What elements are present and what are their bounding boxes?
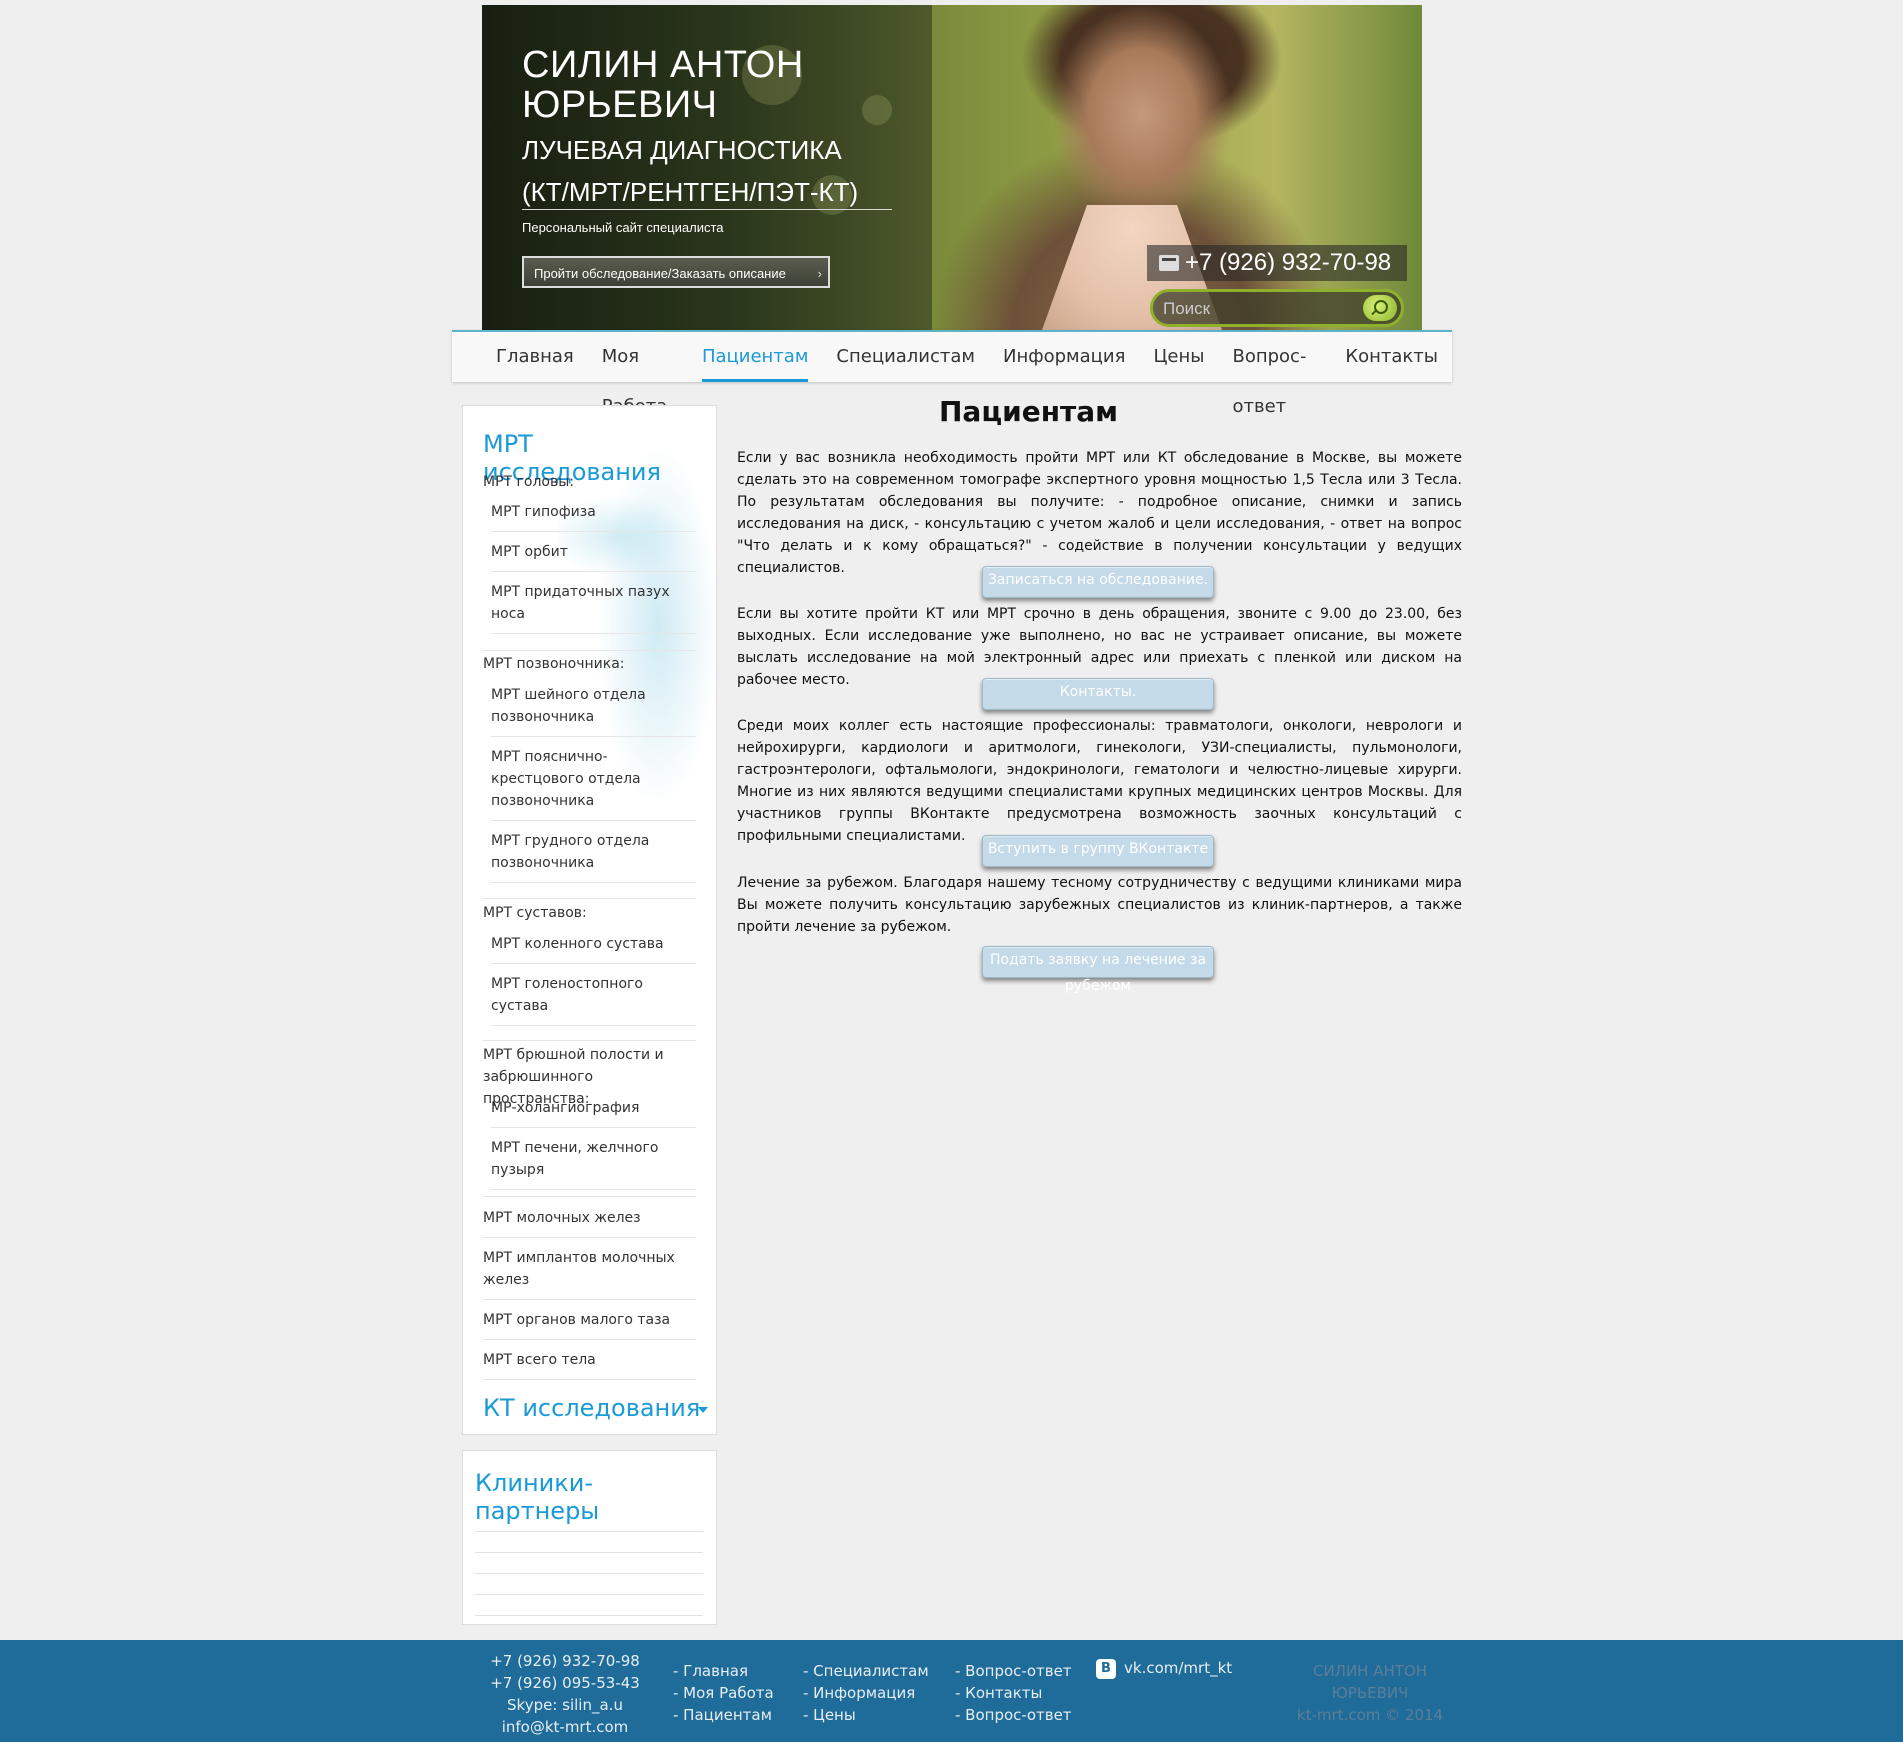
header-phone: +7 (926) 932-70-98	[1147, 245, 1407, 281]
sidebar-item-pelvis[interactable]: МРТ органов малого таза	[483, 1309, 696, 1340]
search-button[interactable]	[1363, 295, 1397, 321]
sidebar-item-orbits[interactable]: МРТ орбит	[491, 541, 696, 572]
copyright-text: kt-mrt.com © 2014	[1296, 1706, 1444, 1724]
footer-links-col2: - Специалистам - Информация - Цены	[803, 1660, 929, 1726]
join-vk-button[interactable]: Вступить в группу ВКонтакте	[982, 835, 1214, 867]
sidebar-item-lumbosacral[interactable]: МРТ пояснично-крестцового отдела позвоно…	[491, 746, 696, 821]
phone-icon	[1159, 255, 1179, 271]
header-subtitle: Персональный сайт специалиста	[522, 220, 724, 235]
search-form	[1150, 289, 1404, 327]
header-phone-number: +7 (926) 932-70-98	[1185, 249, 1392, 276]
footer-link-faq[interactable]: - Вопрос-ответ	[955, 1660, 1072, 1682]
sidebar-item-implants[interactable]: МРТ имплантов молочных желез	[483, 1247, 696, 1300]
chevron-right-icon: ›	[817, 266, 822, 281]
footer-link-faq-2[interactable]: - Вопрос-ответ	[955, 1704, 1072, 1726]
page-title: Пациентам	[939, 395, 1119, 428]
abroad-request-button[interactable]: Подать заявку на лечение за рубежом	[982, 946, 1214, 994]
signup-exam-button[interactable]: Записаться на обследование.	[982, 566, 1214, 598]
sidebar-item-sinuses[interactable]: МРТ придаточных пазух носа	[491, 581, 696, 634]
search-icon	[1374, 300, 1388, 314]
nav-my-work[interactable]: Моя Работа	[588, 332, 688, 417]
group-head: МРТ головы:	[483, 474, 574, 490]
footer-link-home[interactable]: - Главная	[673, 1660, 774, 1682]
contacts-button[interactable]: Контакты.	[982, 678, 1214, 710]
nav-patients[interactable]: Пациентам	[688, 332, 822, 382]
specialty-line2: (КТ/МРТ/РЕНТГЕН/ПЭТ-КТ)	[522, 177, 859, 207]
exam-order-button[interactable]: Пройти обследование/Заказать описание ›	[522, 256, 830, 288]
specialty-line1: ЛУЧЕВАЯ ДИАГНОСТИКА	[522, 135, 842, 165]
sidebar-item-cervical[interactable]: МРТ шейного отдела позвоночника	[491, 684, 696, 737]
sidebar-item-wholebody[interactable]: МРТ всего тела	[483, 1349, 696, 1380]
sidebar-item-knee[interactable]: МРТ коленного сустава	[491, 933, 696, 964]
nav-contacts[interactable]: Контакты	[1331, 332, 1452, 382]
group-joints: МРТ суставов:	[483, 905, 587, 921]
doctor-name: СИЛИН АНТОН ЮРЬЕВИЧ	[522, 44, 804, 126]
header-divider	[522, 209, 892, 210]
footer: +7 (926) 932-70-98 +7 (926) 095-53-43 Sk…	[0, 1640, 1903, 1742]
footer-links-col1: - Главная - Моя Работа - Пациентам	[673, 1660, 774, 1726]
main-nav: Главная Моя Работа Пациентам Специалиста…	[452, 330, 1452, 417]
group-spine: МРТ позвоночника:	[483, 656, 625, 672]
sidebar-item-thoracic[interactable]: МРТ грудного отдела позвоночника	[491, 830, 696, 883]
footer-link-my-work[interactable]: - Моя Работа	[673, 1682, 774, 1704]
footer-skype: Skype: silin_a.u	[507, 1696, 623, 1714]
sidebar-item-ankle[interactable]: МРТ голеностопного сустава	[491, 973, 696, 1026]
partners-title: Клиники-партнеры	[475, 1469, 600, 1525]
doctor-specialty: ЛУЧЕВАЯ ДИАГНОСТИКА (КТ/МРТ/РЕНТГЕН/ПЭТ-…	[522, 129, 902, 213]
vk-link-text: vk.com/mrt_kt	[1124, 1659, 1233, 1677]
footer-phone-1: +7 (926) 932-70-98	[490, 1652, 640, 1670]
footer-link-specialists[interactable]: - Специалистам	[803, 1660, 929, 1682]
footer-email[interactable]: info@kt-mrt.com	[470, 1716, 660, 1738]
footer-vk-link[interactable]: Вvk.com/mrt_kt	[1096, 1657, 1232, 1679]
footer-contacts: +7 (926) 932-70-98 +7 (926) 095-53-43 Sk…	[470, 1650, 660, 1738]
paragraph-abroad: Лечение за рубежом. Благодаря нашему тес…	[737, 875, 1462, 935]
footer-link-prices[interactable]: - Цены	[803, 1704, 929, 1726]
footer-link-contacts[interactable]: - Контакты	[955, 1682, 1072, 1704]
sidebar-item-breast[interactable]: МРТ молочных желез	[483, 1207, 696, 1238]
footer-link-patients[interactable]: - Пациентам	[673, 1704, 774, 1726]
exam-order-label: Пройти обследование/Заказать описание	[534, 266, 786, 281]
nav-specialists[interactable]: Специалистам	[822, 332, 989, 382]
sidebar-item-pituitary[interactable]: МРТ гипофиза	[491, 501, 696, 532]
copyright-name: СИЛИН АНТОН ЮРЬЕВИЧ	[1312, 1662, 1428, 1702]
footer-link-information[interactable]: - Информация	[803, 1682, 929, 1704]
sidebar-item-cholangio[interactable]: МР-холангиография	[491, 1097, 696, 1128]
partners-block: Клиники-партнеры	[462, 1450, 717, 1625]
nav-faq[interactable]: Вопрос-ответ	[1218, 332, 1331, 417]
paragraph-exam: Если у вас возникла необходимость пройти…	[737, 450, 1462, 576]
sidebar-item-liver[interactable]: МРТ печени, желчного пузыря	[491, 1137, 696, 1190]
paragraph-colleagues: Среди моих коллег есть настоящие професс…	[737, 718, 1462, 844]
footer-copyright: СИЛИН АНТОН ЮРЬЕВИЧ kt-mrt.com © 2014	[1290, 1660, 1450, 1726]
search-input[interactable]	[1161, 296, 1355, 322]
sidebar-mrt-menu: МРТ исследования МРТ головы: МРТ гипофиз…	[462, 405, 717, 1435]
kt-section-title[interactable]: КТ исследования	[483, 1394, 700, 1422]
nav-home[interactable]: Главная	[482, 332, 588, 382]
chevron-down-icon[interactable]	[698, 1407, 708, 1413]
header-banner: СИЛИН АНТОН ЮРЬЕВИЧ ЛУЧЕВАЯ ДИАГНОСТИКА …	[482, 5, 1422, 330]
nav-prices[interactable]: Цены	[1139, 332, 1218, 382]
footer-links-col3: - Вопрос-ответ - Контакты - Вопрос-ответ	[955, 1660, 1072, 1726]
vk-icon: В	[1096, 1659, 1116, 1679]
footer-phone-2: +7 (926) 095-53-43	[490, 1674, 640, 1692]
nav-information[interactable]: Информация	[989, 332, 1139, 382]
